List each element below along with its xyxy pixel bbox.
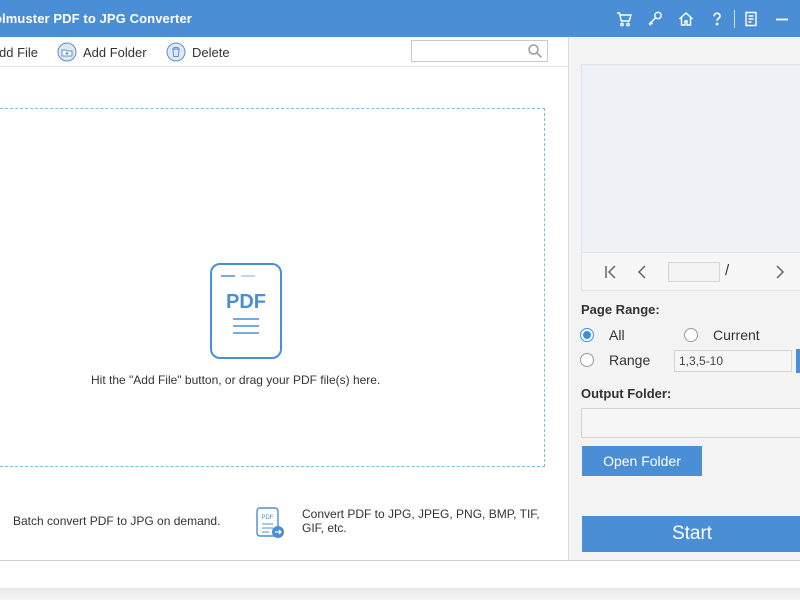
formats-icon-text: PDF: [262, 515, 274, 521]
radio-current-label: Current: [713, 327, 760, 343]
drop-hint: Hit the "Add File" button, or drag your …: [91, 373, 381, 387]
radio-all[interactable]: All: [580, 327, 625, 343]
search-icon[interactable]: [526, 42, 544, 60]
search-box: [411, 40, 548, 62]
preview-pager: /: [581, 253, 800, 291]
convert-formats-icon: PDF: [256, 507, 284, 538]
start-button[interactable]: Start: [582, 516, 800, 552]
page-range-label: Page Range:: [581, 302, 660, 317]
add-folder-button[interactable]: Add Folder: [57, 41, 147, 63]
radio-all-label: All: [609, 327, 625, 343]
radio-range-label: Range: [609, 352, 651, 368]
delete-button[interactable]: Delete: [166, 41, 230, 63]
add-folder-label: Add Folder: [83, 44, 147, 60]
output-folder-label: Output Folder:: [581, 386, 672, 401]
feature-info: Batch convert PDF to JPG on demand. PDF …: [0, 497, 568, 557]
range-help-button[interactable]: [796, 349, 800, 373]
first-page-icon[interactable]: [603, 263, 619, 281]
next-page-icon[interactable]: [772, 263, 788, 281]
titlebar-separator: [734, 10, 735, 28]
page-number-input[interactable]: [668, 262, 720, 282]
radio-all-indicator: [580, 328, 594, 342]
add-file-button[interactable]: dd File: [0, 41, 38, 63]
page-separator: /: [725, 262, 730, 279]
app-title: olmuster PDF to JPG Converter: [0, 11, 192, 26]
convert-formats-text: Convert PDF to JPG, JPEG, PNG, BMP, TIF,…: [302, 507, 540, 535]
help-icon[interactable]: [705, 7, 729, 31]
batch-convert-text: Batch convert PDF to JPG on demand.: [13, 514, 221, 528]
settings-pane: / Page Range: All Current Range Output F…: [569, 37, 800, 560]
window-bottom-edge: [0, 588, 800, 600]
range-input[interactable]: [674, 350, 792, 372]
radio-current[interactable]: Current: [684, 327, 760, 343]
drop-zone[interactable]: PDF Hit the "Add File" button, or drag y…: [0, 108, 545, 467]
output-folder-input[interactable]: [581, 408, 800, 438]
trash-icon: [166, 42, 186, 62]
app-window: olmuster PDF to JPG Converter dd File Ad…: [0, 0, 800, 600]
minimize-icon[interactable]: [770, 7, 794, 31]
cart-icon[interactable]: [612, 7, 636, 31]
feedback-icon[interactable]: [739, 7, 763, 31]
radio-range-indicator: [580, 353, 594, 367]
home-icon[interactable]: [674, 7, 698, 31]
search-input[interactable]: [412, 41, 522, 61]
add-folder-icon: [57, 42, 77, 62]
radio-range[interactable]: Range: [580, 352, 650, 368]
add-file-label: dd File: [0, 44, 39, 60]
preview-area: [581, 64, 800, 253]
title-bar: olmuster PDF to JPG Converter: [0, 0, 800, 37]
radio-current-indicator: [684, 328, 698, 342]
prev-page-icon[interactable]: [634, 263, 650, 281]
pdf-file-icon: PDF: [210, 263, 282, 359]
delete-label: Delete: [192, 44, 230, 60]
file-list-pane: PDF Hit the "Add File" button, or drag y…: [0, 67, 568, 560]
pdf-icon-text: PDF: [226, 291, 266, 313]
open-folder-button[interactable]: Open Folder: [582, 446, 702, 476]
key-icon[interactable]: [643, 7, 667, 31]
toolbar: dd File Add Folder Delete: [0, 37, 568, 67]
